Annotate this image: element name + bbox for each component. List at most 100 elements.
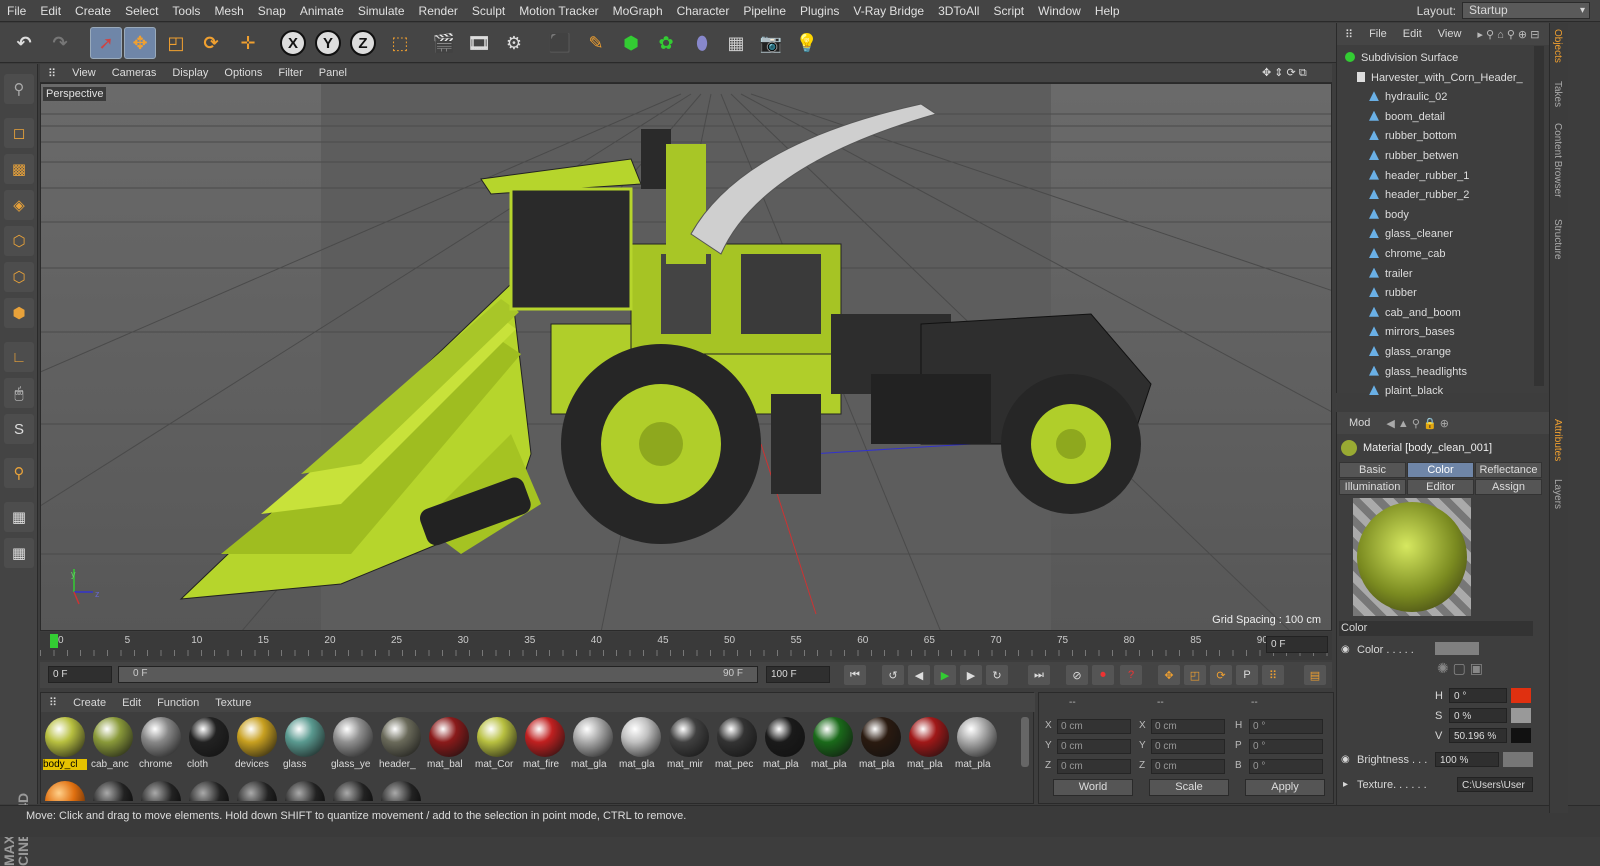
object-list-item[interactable]: cab_and_boom <box>1337 304 1533 323</box>
model-mode-button[interactable]: ◻ <box>4 118 34 148</box>
object-toolbar-icons[interactable]: ▸ ⚲ ⌂ ⚲ ⊕ ⊟ <box>1469 28 1547 41</box>
render-picture-viewer-button[interactable]: 🎞 <box>463 27 495 59</box>
menu-script[interactable]: Script <box>986 4 1031 18</box>
side-tab-takes[interactable]: Takes <box>1552 81 1563 107</box>
material-swatch[interactable]: mat_bal <box>427 715 471 771</box>
pen-spline-button[interactable]: ✎ <box>580 27 612 59</box>
color-toggle-icon[interactable]: ◉ <box>1341 644 1350 655</box>
redo-button[interactable]: ↷ <box>44 27 76 59</box>
render-view-button[interactable]: 🎬 <box>428 27 460 59</box>
menu-plugins[interactable]: Plugins <box>793 4 846 18</box>
frame-range-slider[interactable]: 0 F 90 F <box>118 666 758 683</box>
menu-sculpt[interactable]: Sculpt <box>465 4 512 18</box>
deformer-button[interactable]: ⬮ <box>686 27 718 59</box>
object-list-item[interactable]: chrome_cab <box>1337 245 1533 264</box>
material-swatch-partial[interactable] <box>91 779 135 801</box>
viewport-menu-panel[interactable]: Panel <box>311 67 355 79</box>
material-swatch[interactable]: mat_gla <box>619 715 663 771</box>
tweak-mode-button[interactable]: 🖱 <box>4 378 34 408</box>
coordinate-field[interactable]: 0 ° <box>1249 759 1323 774</box>
key-param-button[interactable]: P <box>1236 665 1258 685</box>
record-button[interactable]: ⏺ <box>1092 665 1114 685</box>
menu-tools[interactable]: Tools <box>165 4 207 18</box>
undo-button[interactable]: ↶ <box>8 27 40 59</box>
object-list-item[interactable]: mirrors_bases <box>1337 323 1533 342</box>
polygons-mode-button[interactable]: ⬢ <box>4 298 34 328</box>
material-menu-texture[interactable]: Texture <box>207 697 259 709</box>
snap-button[interactable]: ⚲ <box>4 458 34 488</box>
material-menu-function[interactable]: Function <box>149 697 207 709</box>
layout-dropdown[interactable]: Startup <box>1462 2 1590 19</box>
selection-tool-button[interactable]: ➚ <box>90 27 122 59</box>
material-swatch-partial[interactable] <box>379 779 423 801</box>
material-swatch[interactable]: glass <box>283 715 327 771</box>
previous-key-button[interactable]: ↺ <box>882 665 904 685</box>
material-swatch[interactable]: mat_gla <box>571 715 615 771</box>
material-swatch[interactable]: mat_pla <box>811 715 855 771</box>
viewport-drag-handle-icon[interactable]: ⠿ <box>40 67 64 80</box>
material-scrollbar[interactable] <box>1021 717 1029 767</box>
object-list-item[interactable]: glass_cleaner <box>1337 225 1533 244</box>
object-list-item[interactable]: glass_headlights <box>1337 363 1533 382</box>
key-position-button[interactable]: ✥ <box>1158 665 1180 685</box>
coordinate-system-button[interactable]: ⬚ <box>384 27 416 59</box>
viewport-menu-filter[interactable]: Filter <box>270 67 310 79</box>
render-settings-button[interactable]: ⚙ <box>498 27 530 59</box>
menu-help[interactable]: Help <box>1088 4 1127 18</box>
solo-button[interactable]: S <box>4 414 34 444</box>
key-rotation-button[interactable]: ⟳ <box>1210 665 1232 685</box>
material-swatch[interactable]: mat_pla <box>955 715 999 771</box>
menu-character[interactable]: Character <box>670 4 737 18</box>
object-menu-view[interactable]: View <box>1430 28 1470 40</box>
timeline-playhead[interactable] <box>50 634 58 648</box>
texture-expand-icon[interactable]: ▸ <box>1343 779 1348 790</box>
side-tab-attributes[interactable]: Attributes <box>1552 419 1563 461</box>
points-mode-button[interactable]: ⬡ <box>4 226 34 256</box>
menu-mesh[interactable]: Mesh <box>207 4 250 18</box>
saturation-field[interactable]: 0 % <box>1449 708 1507 723</box>
axis-mode-button[interactable]: ∟ <box>4 342 34 372</box>
workplane-lock-button[interactable]: ▦ <box>4 502 34 532</box>
coordinate-scale-dropdown[interactable]: Scale <box>1149 779 1229 796</box>
brightness-toggle-icon[interactable]: ◉ <box>1341 754 1350 765</box>
color-picker-icons[interactable]: ✺ ▢ ▣ <box>1437 660 1483 677</box>
record-off-button[interactable]: ⊘ <box>1066 665 1088 685</box>
menu-edit[interactable]: Edit <box>33 4 68 18</box>
apply-button[interactable]: Apply <box>1245 779 1325 796</box>
camera-button[interactable]: 📷 <box>755 27 787 59</box>
material-swatch-partial[interactable] <box>235 779 279 801</box>
material-swatch[interactable]: glass_ye <box>331 715 375 771</box>
timeline-window-button[interactable]: ▤ <box>1304 665 1326 685</box>
menu-motion-tracker[interactable]: Motion Tracker <box>512 4 605 18</box>
menu-render[interactable]: Render <box>412 4 465 18</box>
menu-select[interactable]: Select <box>118 4 165 18</box>
mograph-cloner-button[interactable]: ✿ <box>650 27 682 59</box>
edges-mode-button[interactable]: ⬡ <box>4 262 34 292</box>
transform-tool-button[interactable]: ✛ <box>232 27 264 59</box>
viewport-menu-options[interactable]: Options <box>216 67 270 79</box>
brightness-field[interactable]: 100 % <box>1435 752 1499 767</box>
object-list-item[interactable]: hydraulic_02 <box>1337 88 1533 107</box>
menu-mograph[interactable]: MoGraph <box>606 4 670 18</box>
viewport-nav-icons[interactable]: ✥ ⇕ ⟳ ⧉ <box>1262 66 1307 80</box>
object-list-item[interactable]: body <box>1337 206 1533 225</box>
object-list-item[interactable]: boom_detail <box>1337 108 1533 127</box>
side-tab-content-browser[interactable]: Content Browser <box>1552 123 1563 197</box>
x-axis-lock-button[interactable]: X <box>277 27 309 59</box>
material-swatch[interactable]: cloth <box>187 715 231 771</box>
menu-pipeline[interactable]: Pipeline <box>736 4 793 18</box>
play-button[interactable]: ▶ <box>934 665 956 685</box>
menu-3dtoall[interactable]: 3DToAll <box>931 4 986 18</box>
end-frame-field[interactable]: 0 F <box>1266 636 1328 653</box>
color-swatch[interactable] <box>1435 642 1479 655</box>
menu-file[interactable]: File <box>0 4 33 18</box>
planar-workplane-button[interactable]: ▦ <box>4 538 34 568</box>
floor-button[interactable]: ▦ <box>720 27 752 59</box>
attribute-nav-icons[interactable]: ◀ ▲ ⚲ 🔒 ⊕ <box>1382 417 1453 430</box>
object-list-item[interactable]: trailer <box>1337 265 1533 284</box>
attribute-tab-illumination[interactable]: Illumination <box>1339 479 1406 495</box>
coordinate-field[interactable]: 0 cm <box>1151 719 1225 734</box>
object-drag-handle-icon[interactable]: ⠿ <box>1337 28 1361 41</box>
material-swatch[interactable]: devices <box>235 715 279 771</box>
side-tab-objects[interactable]: Objects <box>1552 29 1563 63</box>
